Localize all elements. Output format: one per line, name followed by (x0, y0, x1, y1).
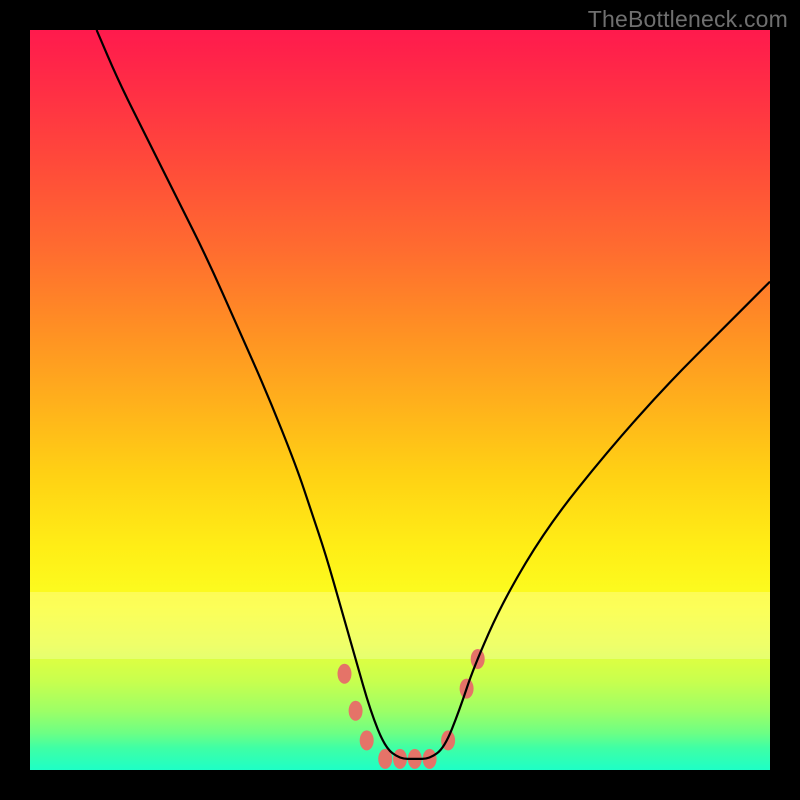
mark-left-mid (349, 701, 363, 721)
mark-left-lower (360, 730, 374, 750)
plot-area (30, 30, 770, 770)
markers-group (338, 649, 485, 769)
bottleneck-curve (97, 30, 770, 759)
bottleneck-chart-svg (30, 30, 770, 770)
mark-left-upper (338, 664, 352, 684)
watermark-text: TheBottleneck.com (588, 6, 788, 33)
chart-frame: TheBottleneck.com (0, 0, 800, 800)
